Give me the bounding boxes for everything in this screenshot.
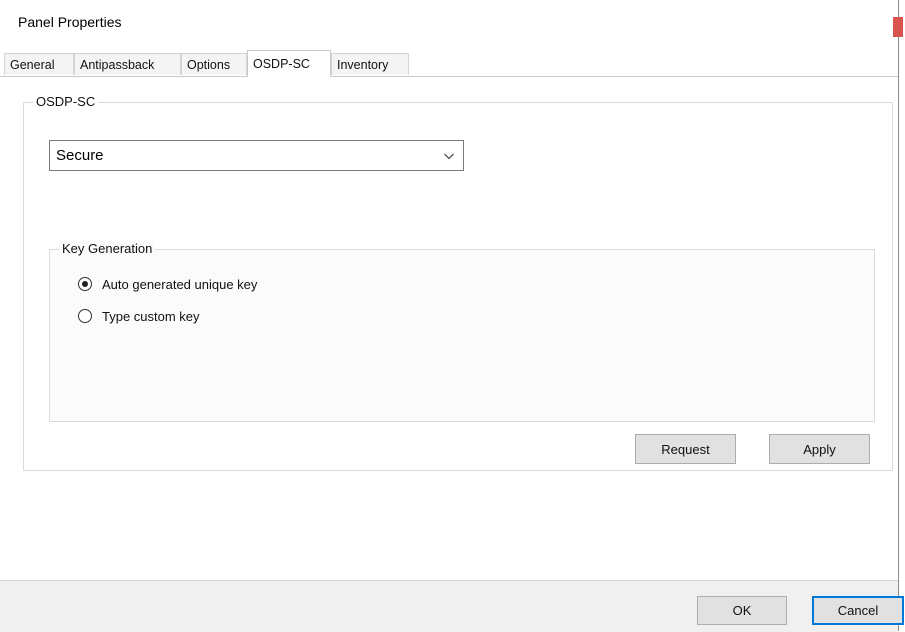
ok-button[interactable]: OK <box>697 596 787 625</box>
tab-content: OSDP-SC Secure Key Generation Auto gener… <box>0 77 898 580</box>
tab-inventory[interactable]: Inventory <box>331 53 409 75</box>
tab-general[interactable]: General <box>4 53 74 75</box>
title-bar: Panel Properties <box>0 0 898 42</box>
radio-button-checked[interactable] <box>78 277 92 291</box>
tab-antipassback[interactable]: Antipassback <box>74 53 181 75</box>
osdp-mode-value: Secure <box>56 147 104 164</box>
radio-auto-generated-key[interactable]: Auto generated unique key <box>78 275 257 293</box>
osdp-mode-select[interactable]: Secure <box>49 140 464 171</box>
tab-bar: General Antipassback Options OSDP-SC Inv… <box>0 50 898 77</box>
window-title: Panel Properties <box>18 14 122 30</box>
radio-button-unchecked[interactable] <box>78 309 92 323</box>
osdp-sc-group-legend: OSDP-SC <box>33 94 99 109</box>
dialog-footer: OK Cancel <box>0 580 904 632</box>
radio-type-custom-key[interactable]: Type custom key <box>78 307 200 325</box>
panel-properties-dialog: Panel Properties General Antipassback Op… <box>0 0 904 632</box>
radio-label-auto-generated: Auto generated unique key <box>102 276 258 292</box>
key-generation-legend: Key Generation <box>59 241 156 256</box>
radio-label-custom-key: Type custom key <box>102 308 200 324</box>
apply-button[interactable]: Apply <box>769 434 870 464</box>
close-button[interactable] <box>893 17 903 37</box>
chevron-down-icon <box>444 153 454 160</box>
tab-osdp-sc[interactable]: OSDP-SC <box>247 50 331 77</box>
tab-options[interactable]: Options <box>181 53 247 75</box>
cancel-button[interactable]: Cancel <box>812 596 904 625</box>
request-button[interactable]: Request <box>635 434 736 464</box>
